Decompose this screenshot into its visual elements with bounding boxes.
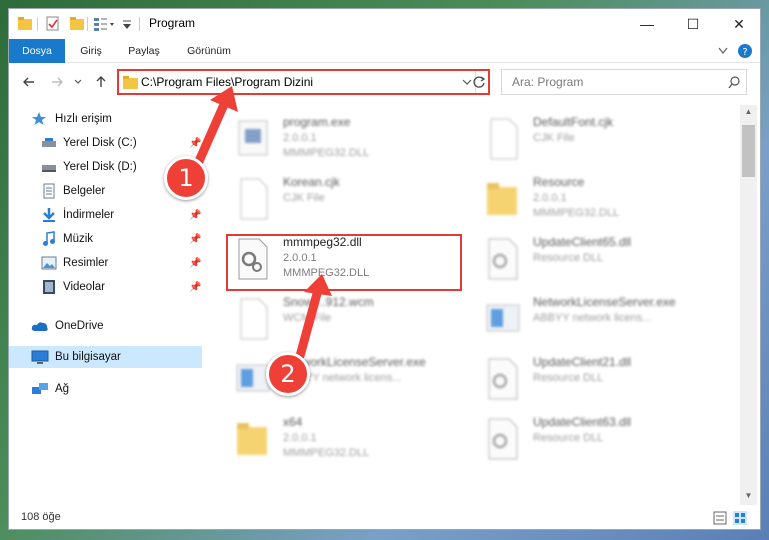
step-badge-2: 2 <box>266 352 310 396</box>
step-badge-1: 1 <box>164 156 208 200</box>
annotation-arrow-1 <box>191 86 238 173</box>
annotation-layer <box>191 86 332 361</box>
annotation-arrow-2 <box>295 274 332 361</box>
